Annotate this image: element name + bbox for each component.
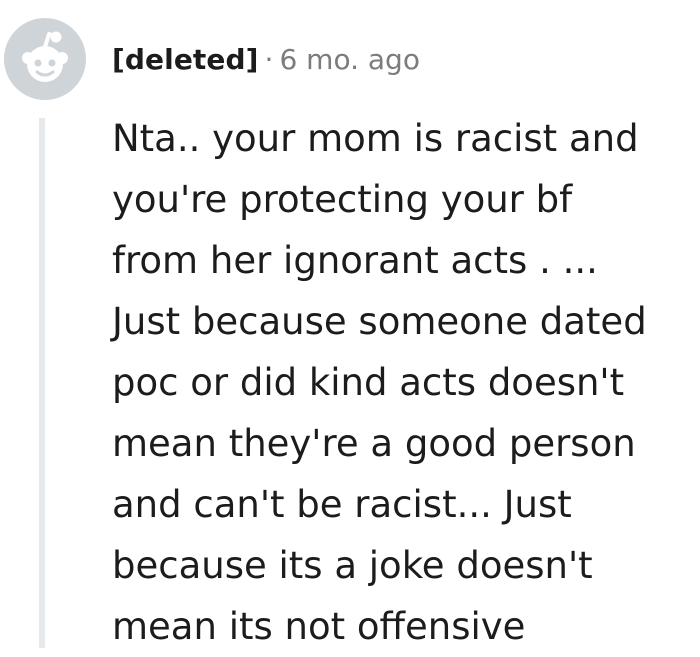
comment-body-line: poc or did kind acts doesn't [112, 361, 625, 404]
comment-body: Nta.. your mom is racist and you're prot… [112, 108, 682, 657]
comment-body-line: and can't be racist... Just [112, 483, 572, 526]
comment-body-line: Nta.. your mom is racist and [112, 117, 639, 160]
comment-timestamp[interactable]: 6 mo. ago [279, 43, 420, 76]
avatar[interactable] [4, 18, 86, 100]
author-name[interactable]: [deleted] [112, 43, 259, 76]
comment-body-line: you're protecting your bf [112, 178, 573, 221]
comment-body-line: Just because someone dated [112, 300, 647, 343]
comment-body-line: because its a joke doesn't [112, 544, 593, 587]
thread-line[interactable] [39, 118, 45, 648]
comment-body-line: mean they're a good person [112, 422, 636, 465]
comment: [deleted] · 6 mo. ago Nta.. your mom is ra… [0, 0, 700, 648]
comment-body-line: from her ignorant acts . ... [112, 239, 598, 282]
meta-separator: · [264, 43, 274, 76]
comment-meta: [deleted] · 6 mo. ago [112, 40, 420, 80]
reddit-snoo-avatar-icon [22, 31, 68, 82]
